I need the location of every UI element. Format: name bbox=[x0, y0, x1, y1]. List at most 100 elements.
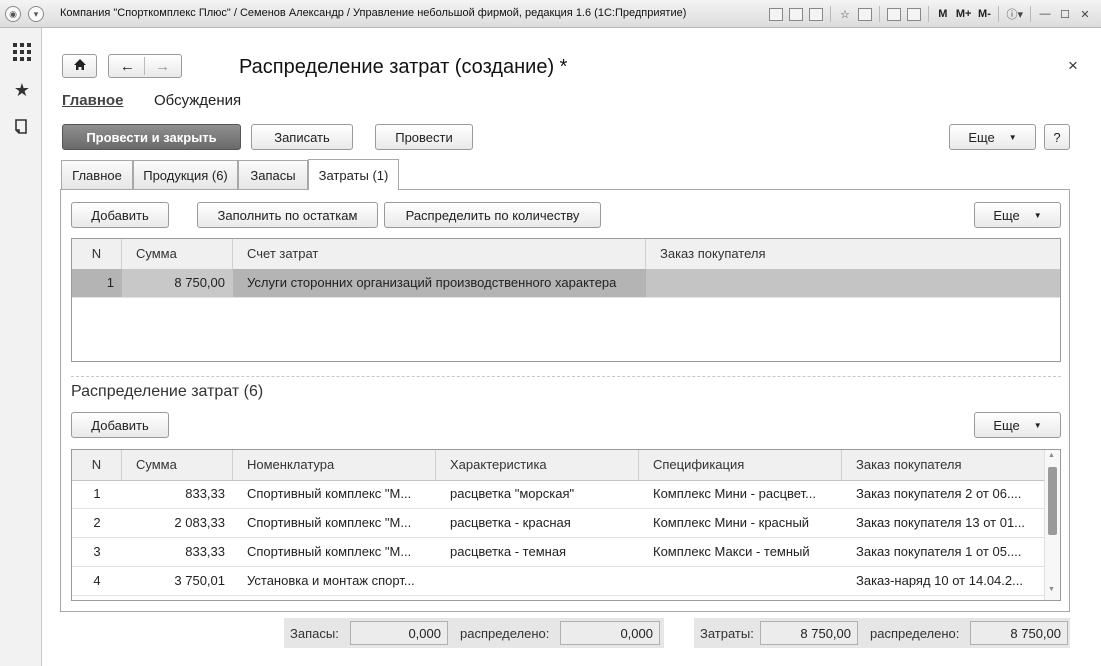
distribute-by-quantity-button[interactable]: Распределить по количеству bbox=[384, 202, 601, 228]
cell-item: Спортивный комплекс "М... bbox=[247, 515, 412, 530]
section-divider bbox=[71, 376, 1061, 377]
window-title: Компания "Спорткомплекс Плюс" / Семенов … bbox=[60, 7, 687, 19]
cell-sum: 2 083,33 bbox=[174, 515, 225, 530]
tab-stocks[interactable]: Запасы bbox=[238, 160, 308, 189]
more-label: Еще bbox=[993, 207, 1020, 223]
column-n[interactable]: N bbox=[72, 450, 122, 480]
info-icon[interactable]: ⓘ▾ bbox=[1003, 4, 1026, 24]
cell-item: Спортивный комплекс "М... bbox=[247, 544, 412, 559]
print-icon[interactable] bbox=[786, 4, 806, 24]
costs-distributed-field: 8 750,00 bbox=[970, 621, 1068, 645]
calculator-icon[interactable] bbox=[884, 4, 904, 24]
help-button[interactable]: ? bbox=[1044, 124, 1070, 150]
tab-main[interactable]: Главное bbox=[61, 160, 133, 189]
tab-products[interactable]: Продукция (6) bbox=[133, 160, 238, 189]
cost-totals: Затраты: 8 750,00 распределено: 8 750,00 bbox=[694, 618, 1070, 648]
toolbar-divider bbox=[998, 6, 1000, 22]
scroll-down-icon[interactable]: ▼ bbox=[1048, 586, 1055, 593]
favorites-star-icon[interactable]: ★ bbox=[11, 79, 33, 101]
table-row[interactable]: 2 2 083,33 Спортивный комплекс "М... рас… bbox=[72, 509, 1044, 538]
calendar-icon[interactable] bbox=[904, 4, 924, 24]
add-cost-button[interactable]: Добавить bbox=[71, 202, 169, 228]
sections-sidebar: ★ bbox=[0, 28, 42, 666]
scroll-up-icon[interactable]: ▲ bbox=[1048, 452, 1055, 459]
window-titlebar: ◉ ▾ Компания "Спорткомплекс Плюс" / Семе… bbox=[0, 0, 1101, 28]
distribution-table: N Сумма Номенклатура Характеристика Спец… bbox=[71, 449, 1061, 601]
costs-more-button[interactable]: Еще ▼ bbox=[974, 202, 1061, 228]
chevron-down-icon[interactable]: ▾ bbox=[28, 6, 44, 22]
preview-icon[interactable] bbox=[806, 4, 826, 24]
costs-label: Затраты: bbox=[700, 626, 754, 641]
cell-customer-order bbox=[646, 269, 1060, 297]
cell-n: 1 bbox=[106, 275, 114, 290]
fill-by-balance-button[interactable]: Заполнить по остаткам bbox=[197, 202, 378, 228]
stock-distributed-field: 0,000 bbox=[560, 621, 660, 645]
history-clock-icon[interactable] bbox=[11, 116, 33, 138]
column-sum[interactable]: Сумма bbox=[122, 450, 233, 480]
cell-cost-account: Услуги сторонних организаций производств… bbox=[247, 275, 617, 290]
add-distribution-button[interactable]: Добавить bbox=[71, 412, 169, 438]
distribution-more-button[interactable]: Еще ▼ bbox=[974, 412, 1061, 438]
cell-characteristic: расцветка - темная bbox=[450, 544, 567, 559]
column-sum[interactable]: Сумма bbox=[122, 239, 233, 269]
history-icon[interactable] bbox=[855, 4, 875, 24]
stock-totals: Запасы: 0,000 распределено: 0,000 bbox=[284, 618, 664, 648]
caret-down-icon: ▼ bbox=[1033, 420, 1042, 430]
memory-m-button[interactable]: M bbox=[933, 4, 953, 24]
home-icon bbox=[73, 58, 87, 74]
cell-n: 1 bbox=[93, 486, 101, 501]
cell-n: 3 bbox=[93, 544, 101, 559]
column-cost-account[interactable]: Счет затрат bbox=[233, 239, 646, 269]
cell-characteristic: расцветка - красная bbox=[450, 515, 571, 530]
table-row[interactable]: 1 833,33 Спортивный комплекс "М... расцв… bbox=[72, 480, 1044, 509]
stock-value-field: 0,000 bbox=[350, 621, 448, 645]
costs-table: N Сумма Счет затрат Заказ покупателя 1 8… bbox=[71, 238, 1061, 362]
minimize-icon[interactable]: — bbox=[1035, 4, 1055, 24]
save-icon[interactable] bbox=[766, 4, 786, 24]
nav-link-discussions[interactable]: Обсуждения bbox=[154, 92, 241, 109]
memory-minus-button[interactable]: M- bbox=[974, 4, 994, 24]
column-customer-order[interactable]: Заказ покупателя bbox=[842, 450, 1044, 480]
favorites-star-icon[interactable]: ☆ bbox=[835, 4, 855, 24]
table-row[interactable]: 4 3 750,01 Установка и монтаж спорт... З… bbox=[72, 567, 1044, 596]
forward-arrow-icon[interactable]: → bbox=[155, 58, 170, 75]
maximize-icon[interactable]: ☐ bbox=[1055, 4, 1075, 24]
window-menu-icon[interactable]: ◉ bbox=[5, 6, 21, 22]
vertical-scrollbar[interactable]: ▲ ▼ bbox=[1044, 450, 1060, 600]
caret-down-icon: ▼ bbox=[1033, 210, 1042, 220]
costs-value-field: 8 750,00 bbox=[760, 621, 858, 645]
close-form-icon[interactable]: × bbox=[1068, 56, 1078, 76]
window-toolbar: ☆ M M+ M- ⓘ▾ — ☐ ✕ bbox=[766, 3, 1095, 25]
cell-item: Спортивный комплекс "М... bbox=[247, 486, 412, 501]
back-arrow-icon[interactable]: ← bbox=[120, 58, 135, 75]
cell-customer-order: Заказ покупателя 1 от 05.... bbox=[856, 544, 1022, 559]
nav-link-main[interactable]: Главное bbox=[62, 92, 123, 109]
post-and-close-button[interactable]: Провести и закрыть bbox=[62, 124, 241, 150]
table-row[interactable]: 3 833,33 Спортивный комплекс "М... расцв… bbox=[72, 538, 1044, 567]
close-window-icon[interactable]: ✕ bbox=[1075, 4, 1095, 24]
save-button[interactable]: Записать bbox=[251, 124, 353, 150]
more-label: Еще bbox=[993, 417, 1020, 433]
cell-specification: Комплекс Мини - красный bbox=[653, 515, 810, 530]
cell-specification: Комплекс Макси - темный bbox=[653, 544, 810, 559]
column-characteristic[interactable]: Характеристика bbox=[436, 450, 639, 480]
cell-sum: 833,33 bbox=[185, 486, 225, 501]
column-item[interactable]: Номенклатура bbox=[233, 450, 436, 480]
column-specification[interactable]: Спецификация bbox=[639, 450, 842, 480]
cell-n: 4 bbox=[93, 573, 101, 588]
table-row[interactable]: 1 8 750,00 Услуги сторонних организаций … bbox=[72, 269, 1060, 298]
stock-distributed-label: распределено: bbox=[460, 626, 550, 641]
column-n[interactable]: N bbox=[72, 239, 122, 269]
cell-specification bbox=[639, 567, 842, 595]
toolbar-divider bbox=[1030, 6, 1031, 22]
table-header: N Сумма Номенклатура Характеристика Спец… bbox=[72, 450, 1044, 481]
more-menu-button[interactable]: Еще ▼ bbox=[949, 124, 1036, 150]
caret-down-icon: ▼ bbox=[1008, 132, 1017, 142]
menu-grid-icon[interactable] bbox=[11, 41, 33, 63]
scrollbar-thumb[interactable] bbox=[1048, 467, 1057, 535]
column-customer-order[interactable]: Заказ покупателя bbox=[646, 239, 1060, 269]
tab-costs[interactable]: Затраты (1) bbox=[308, 159, 399, 190]
home-button[interactable] bbox=[62, 54, 97, 78]
memory-plus-button[interactable]: M+ bbox=[953, 4, 975, 24]
post-button[interactable]: Провести bbox=[375, 124, 473, 150]
